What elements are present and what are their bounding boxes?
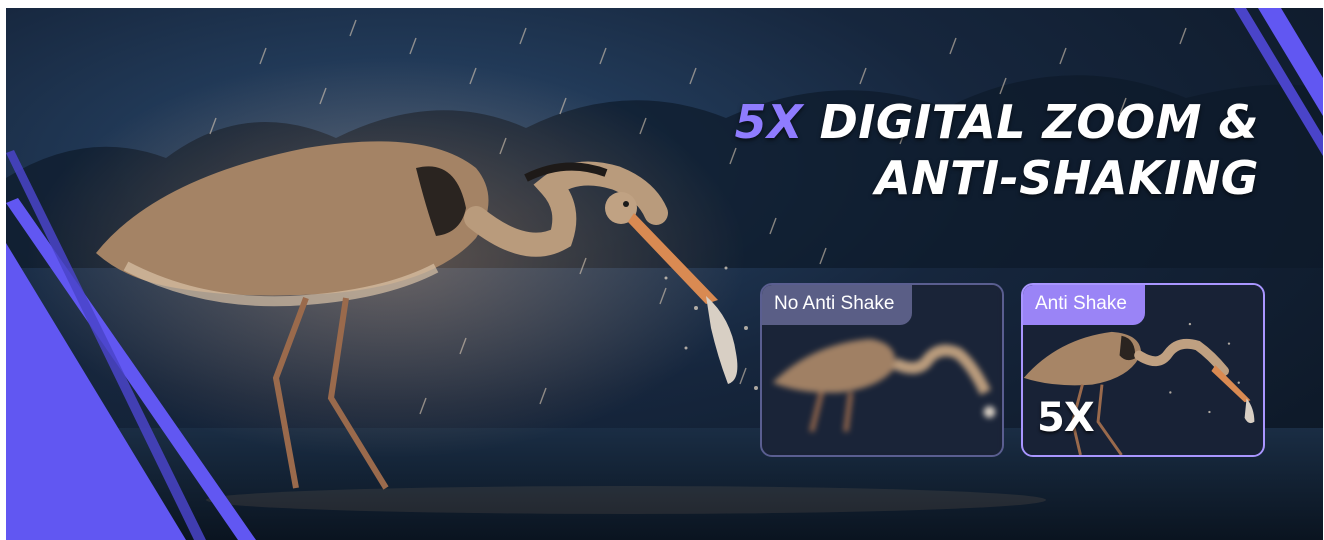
headline-line-2: ANTI-SHAKING — [875, 151, 1259, 205]
anti-shake-label: Anti Shake — [1023, 285, 1145, 325]
headline-accent: 5X — [734, 95, 804, 149]
no-anti-shake-label: No Anti Shake — [762, 285, 913, 325]
headline-line-1: 5X DIGITAL ZOOM & — [735, 94, 1259, 150]
anti-shake-card: Anti Shake 5X — [1021, 283, 1265, 457]
headline-line-1-text: DIGITAL ZOOM & — [803, 95, 1259, 149]
headline: 5X DIGITAL ZOOM & ANTI-SHAKING — [735, 94, 1259, 206]
no-anti-shake-card: No Anti Shake — [760, 283, 1004, 457]
zoom-badge: 5X — [1037, 395, 1095, 441]
heron-photo — [6, 8, 1323, 540]
product-banner: 5X DIGITAL ZOOM & ANTI-SHAKING No Anti S… — [6, 8, 1323, 540]
